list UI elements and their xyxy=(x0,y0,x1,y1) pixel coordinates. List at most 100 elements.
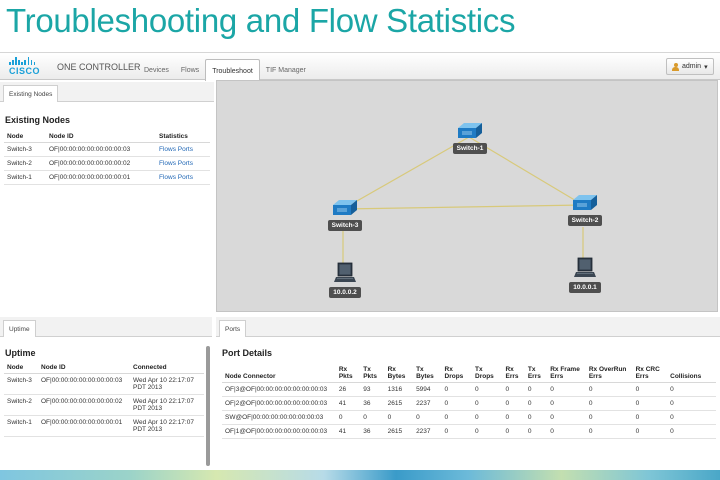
node-label: Switch-3 xyxy=(327,220,363,231)
stat-cell: 0 xyxy=(413,410,442,425)
stat-cell: 0 xyxy=(502,382,525,397)
flows-link[interactable]: Flows xyxy=(159,160,176,167)
topology-node-switch-2[interactable]: Switch-2 xyxy=(563,193,607,226)
tab-ports[interactable]: Ports xyxy=(219,320,247,337)
ports-tabbar: Ports xyxy=(216,317,720,337)
column-header: Collisions xyxy=(667,364,716,383)
column-header: Node Connector xyxy=(222,364,336,383)
stat-cell: 0 xyxy=(502,410,525,425)
table-row: OF|3@OF|00:00:00:00:00:00:00:03 26 93 1316 5… xyxy=(222,382,716,397)
app-header: CISCO ONE CONTROLLER Devices Flows Troub… xyxy=(0,52,720,81)
switch-icon xyxy=(333,200,357,215)
column-header: Rx Errs xyxy=(502,364,525,383)
column-header-line: Pkts xyxy=(363,373,377,380)
stat-cell: 0 xyxy=(667,424,716,439)
stat-cell: 0 xyxy=(441,396,472,411)
uptime-panel: Uptime Node Node ID Connected Switch-3 O… xyxy=(0,338,212,470)
node-cell: Switch-1 xyxy=(4,170,46,185)
ports-link[interactable]: Ports xyxy=(178,174,193,181)
existing-nodes-panel: Existing Nodes Node Node ID Statistics S… xyxy=(0,103,214,310)
topology-node-switch-3[interactable]: Switch-3 xyxy=(323,198,367,231)
column-header-line: Rx xyxy=(505,366,514,373)
stat-cell: 0 xyxy=(441,424,472,439)
flows-link[interactable]: Flows xyxy=(159,146,176,153)
column-header-line: Rx Frame xyxy=(550,366,580,373)
node-cell: Switch-3 xyxy=(4,142,46,157)
stat-cell: 0 xyxy=(524,396,548,411)
topology-host-10-0-0-1[interactable]: 10.0.0.1 xyxy=(565,256,605,293)
node-cell: Switch-1 xyxy=(4,415,38,437)
topology-host-10-0-0-2[interactable]: 10.0.0.2 xyxy=(325,261,365,298)
stat-cell: 0 xyxy=(547,382,586,397)
stat-cell: 0 xyxy=(472,396,503,411)
existing-nodes-heading: Existing Nodes xyxy=(5,115,71,125)
cisco-logo[interactable]: CISCO xyxy=(6,56,42,78)
stat-cell: 36 xyxy=(360,396,385,411)
node-id-cell: OF|00:00:00:00:00:00:00:02 xyxy=(46,156,156,171)
stat-cell: 0 xyxy=(472,424,503,439)
tab-devices[interactable]: Devices xyxy=(138,59,175,81)
tab-existing-nodes[interactable]: Existing Nodes xyxy=(3,85,59,102)
column-header-line: Tx xyxy=(416,366,424,373)
ports-link[interactable]: Ports xyxy=(178,146,193,153)
connected-year: PDT 2013 xyxy=(133,384,163,391)
table-row: Switch-1 OF|00:00:00:00:00:00:00:01 Flow… xyxy=(4,170,210,185)
ports-panel: Port Details Node Connector Rx Pkts Tx Pkts R… xyxy=(216,338,720,470)
tab-troubleshoot[interactable]: Troubleshoot xyxy=(205,59,260,81)
node-connector-cell: OF|2@OF|00:00:00:00:00:00:00:03 xyxy=(222,396,336,411)
topology-canvas[interactable]: Switch-1 Switch-3 Switch-2 10.0.0.2 10.0… xyxy=(216,80,718,312)
node-id-cell: OF|00:00:00:00:00:00:00:01 xyxy=(38,415,130,437)
ports-link[interactable]: Ports xyxy=(178,160,193,167)
table-row: Switch-2 OF|00:00:00:00:00:00:00:02 Flow… xyxy=(4,156,210,171)
node-id-cell: OF|00:00:00:00:00:00:00:02 xyxy=(38,394,130,416)
column-header-line: Tx xyxy=(475,366,483,373)
stat-cell: 0 xyxy=(472,410,503,425)
node-id-cell: OF|00:00:00:00:00:00:00:01 xyxy=(46,170,156,185)
topology-node-switch-1[interactable]: Switch-1 xyxy=(449,121,491,154)
tab-flows[interactable]: Flows xyxy=(175,59,205,81)
node-label: 10.0.0.1 xyxy=(569,282,601,293)
flows-link[interactable]: Flows xyxy=(159,174,176,181)
uptime-scrollbar[interactable] xyxy=(206,346,210,466)
stat-cell: 0 xyxy=(632,396,668,411)
column-header: Node xyxy=(4,362,38,374)
laptop-icon xyxy=(574,257,596,277)
tab-uptime[interactable]: Uptime xyxy=(3,320,36,337)
stat-cell: 0 xyxy=(502,396,525,411)
node-cell: Switch-3 xyxy=(4,373,38,395)
stat-cell: 2615 xyxy=(384,396,414,411)
connected-year: PDT 2013 xyxy=(133,405,163,412)
uptime-table: Node Node ID Connected Switch-3 OF|00:00… xyxy=(4,362,204,437)
laptop-icon xyxy=(334,262,356,282)
column-header: Node xyxy=(4,131,46,143)
table-row: Switch-1 OF|00:00:00:00:00:00:00:01 Wed … xyxy=(4,415,204,437)
column-header: Rx Pkts xyxy=(335,364,361,383)
stat-cell: 5994 xyxy=(413,382,442,397)
stat-cell: 0 xyxy=(585,396,633,411)
stat-cell: 93 xyxy=(360,382,385,397)
node-id-cell: OF|00:00:00:00:00:00:00:03 xyxy=(38,373,130,395)
column-header-line: Errs xyxy=(527,373,541,380)
uptime-heading: Uptime xyxy=(5,348,36,358)
column-header-line: Pkts xyxy=(338,373,353,380)
user-menu-button[interactable]: admin ▾ xyxy=(666,58,714,75)
uptime-tabbar: Uptime xyxy=(0,317,212,337)
column-header-line: Node Connector xyxy=(225,373,276,380)
column-header: Rx OverRun Errs xyxy=(585,364,633,383)
column-header-line: Rx xyxy=(338,366,348,373)
existing-nodes-tabbar: Existing Nodes xyxy=(0,82,214,102)
topology-links xyxy=(342,136,584,267)
node-id-cell: OF|00:00:00:00:00:00:00:03 xyxy=(46,142,156,157)
stat-cell: 0 xyxy=(524,382,548,397)
stat-cell: 0 xyxy=(632,382,668,397)
main-nav: Devices Flows Troubleshoot TIF Manager xyxy=(138,53,312,81)
stat-cell: 1316 xyxy=(384,382,414,397)
node-label: 10.0.0.2 xyxy=(329,287,361,298)
product-name: ONE CONTROLLER xyxy=(57,62,141,72)
stat-cell: 2237 xyxy=(413,424,442,439)
stat-cell: 0 xyxy=(547,424,586,439)
column-header: Rx Frame Errs xyxy=(547,364,586,383)
tab-tif-manager[interactable]: TIF Manager xyxy=(260,59,312,81)
stat-cell: 36 xyxy=(360,424,385,439)
switch-icon xyxy=(458,123,482,138)
